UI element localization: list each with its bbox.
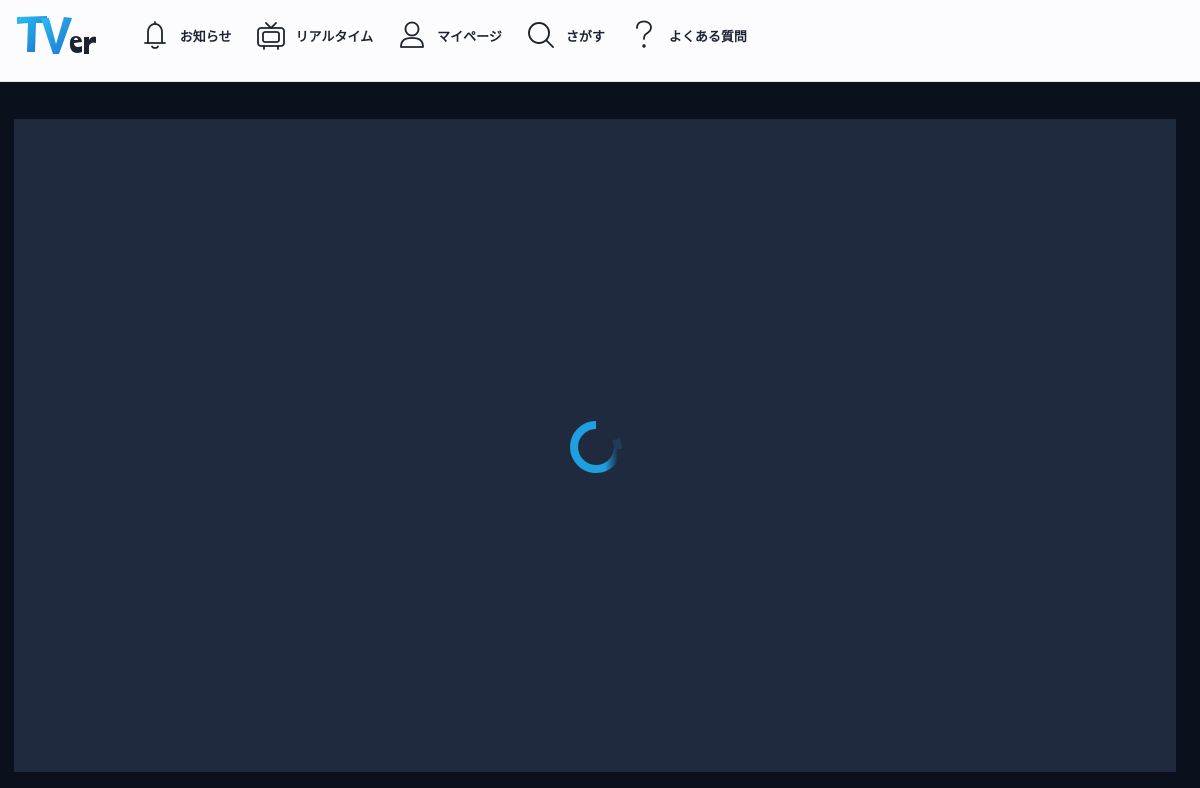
bell-icon [140, 19, 170, 51]
site-header: お知らせ リアルタイム マイページ さがす よくある質問 [0, 0, 1200, 82]
nav-item-search[interactable]: さがす [526, 19, 605, 51]
nav-item-realtime[interactable]: リアルタイム [256, 19, 374, 51]
nav-item-notifications[interactable]: お知らせ [140, 19, 232, 51]
nav-item-faq[interactable]: よくある質問 [629, 19, 747, 51]
question-icon [629, 19, 659, 51]
nav-label: さがす [566, 29, 606, 45]
video-player[interactable] [14, 119, 1176, 772]
search-icon [526, 19, 556, 51]
tv-icon [256, 19, 286, 51]
tver-logo[interactable] [14, 12, 98, 60]
player-area [0, 83, 1200, 788]
nav-label: リアルタイム [295, 29, 374, 45]
user-icon [397, 19, 427, 51]
nav-label: お知らせ [180, 29, 232, 45]
nav-label: マイページ [437, 29, 503, 45]
main-nav: お知らせ リアルタイム マイページ さがす よくある質問 [140, 0, 771, 70]
loading-spinner-icon [570, 421, 622, 473]
nav-label: よくある質問 [669, 29, 748, 45]
nav-item-mypage[interactable]: マイページ [397, 19, 502, 51]
